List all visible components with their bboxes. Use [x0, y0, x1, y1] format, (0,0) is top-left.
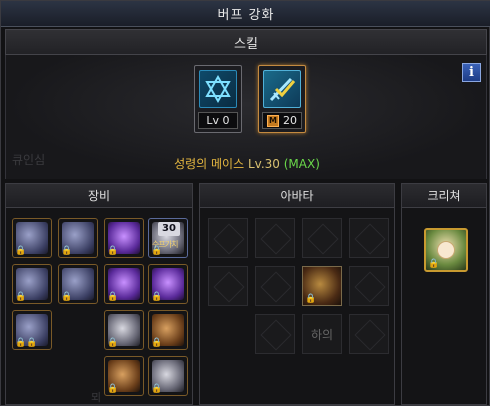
- level-badge: 30: [158, 222, 180, 236]
- lock-icon: 🔒: [15, 246, 27, 256]
- skill-max-label: (MAX): [283, 157, 320, 171]
- skill-header-label: 스킬: [234, 36, 258, 52]
- mastery-badge: M: [267, 114, 279, 127]
- avatar-slot[interactable]: [255, 218, 295, 258]
- equip-slot-earring[interactable]: 🔒: [148, 356, 188, 396]
- skill-area: i 큐인심 Lv 0 M 20 성령의 메이스 Lv.30 (MAX): [5, 55, 487, 179]
- avatar-slot[interactable]: [349, 266, 389, 306]
- avatar-slot[interactable]: [208, 266, 248, 306]
- lock-icon: 🔒: [305, 294, 317, 304]
- equip-slot-necklace[interactable]: 🔒: [148, 264, 188, 304]
- avatar-slot[interactable]: [255, 314, 295, 354]
- creature-panel-header: 크리쳐: [402, 184, 486, 208]
- avatar-slot[interactable]: [349, 314, 389, 354]
- equip-slot-top[interactable]: 🔒: [58, 218, 98, 258]
- lock-icon: 🔒: [428, 259, 440, 269]
- lock-icon: 🔒: [26, 338, 38, 348]
- creature-portrait-icon: [437, 241, 455, 259]
- skill-slot-1-level: Lv 0: [198, 112, 238, 129]
- equip-slot-title[interactable]: 30 수프가치 🔒: [148, 218, 188, 258]
- lock-icon: 🔒: [107, 292, 119, 302]
- buff-enhance-window: 버프 강화 스킬 i 큐인심 Lv 0 M 20 성령의 메이스 Lv.30 (…: [0, 0, 490, 406]
- creature-panel: 크리쳐 🔒: [401, 183, 487, 405]
- lock-icon: 🔒: [151, 246, 163, 256]
- lock-icon: 🔒: [15, 292, 27, 302]
- lock-icon: 🔒: [107, 384, 119, 394]
- lock-icon: 🔒: [61, 292, 73, 302]
- window-title: 버프 강화: [217, 8, 275, 23]
- equip-slot-belt[interactable]: 🔒: [58, 264, 98, 304]
- avatar-slot[interactable]: [255, 266, 295, 306]
- mace-check-icon: [263, 70, 301, 108]
- equip-slot-magic-stone[interactable]: 🔒: [104, 356, 144, 396]
- lock-icon: 🔒: [151, 292, 163, 302]
- skill-name: 성령의 메이스: [174, 157, 245, 171]
- avatar-slot[interactable]: [208, 218, 248, 258]
- equip-slot-weapon[interactable]: 🔒: [104, 218, 144, 258]
- equip-slot-ring[interactable]: 🔒: [104, 310, 144, 350]
- info-icon[interactable]: i: [462, 63, 481, 82]
- avatar-slot-equipped[interactable]: 🔒: [302, 266, 342, 306]
- lock-icon: 🔒: [107, 246, 119, 256]
- lock-icon: 🔒: [151, 338, 163, 348]
- equip-slot-shoulder[interactable]: 🔒: [12, 218, 52, 258]
- equipment-panel: 장비 🔒 🔒 🔒 30 수프가치 🔒 🔒 🔒 🔒 🔒 🔒 🔒 🔒 🔒 🔒 🔒: [5, 183, 193, 405]
- lock-icon: 🔒: [107, 338, 119, 348]
- skill-slot-1[interactable]: Lv 0: [194, 65, 242, 133]
- skill-slot-2-level-value: 20: [283, 114, 297, 127]
- faded-bottom-text: 뫼: [91, 391, 102, 404]
- equip-slot-pants[interactable]: 🔒: [12, 264, 52, 304]
- skill-name-line: 성령의 메이스 Lv.30 (MAX): [6, 155, 488, 172]
- avatar-slot-bottom[interactable]: 하의: [302, 314, 342, 354]
- avatar-slot[interactable]: [302, 218, 342, 258]
- equip-slot-shoes[interactable]: 🔒 🔒: [12, 310, 52, 350]
- lock-icon: 🔒: [61, 246, 73, 256]
- skill-slot-2[interactable]: M 20: [258, 65, 306, 133]
- skill-level: Lv.30: [247, 157, 280, 171]
- hexagram-star-icon: [199, 70, 237, 108]
- skill-slot-2-level: M 20: [262, 112, 302, 129]
- equipment-panel-header: 장비: [6, 184, 192, 208]
- avatar-slot[interactable]: [349, 218, 389, 258]
- avatar-panel-header: 아바타: [200, 184, 394, 208]
- equip-slot-support[interactable]: 🔒: [148, 310, 188, 350]
- title-bar[interactable]: 버프 강화: [1, 1, 490, 27]
- creature-slot[interactable]: 🔒: [424, 228, 468, 272]
- avatar-slot-bottom-label: 하의: [310, 327, 334, 342]
- lock-icon: 🔒: [151, 384, 163, 394]
- lock-icon: 🔒: [15, 338, 27, 348]
- avatar-panel: 아바타 🔒 하의: [199, 183, 395, 405]
- equip-slot-bracelet[interactable]: 🔒: [104, 264, 144, 304]
- skill-section-header: 스킬: [5, 29, 487, 55]
